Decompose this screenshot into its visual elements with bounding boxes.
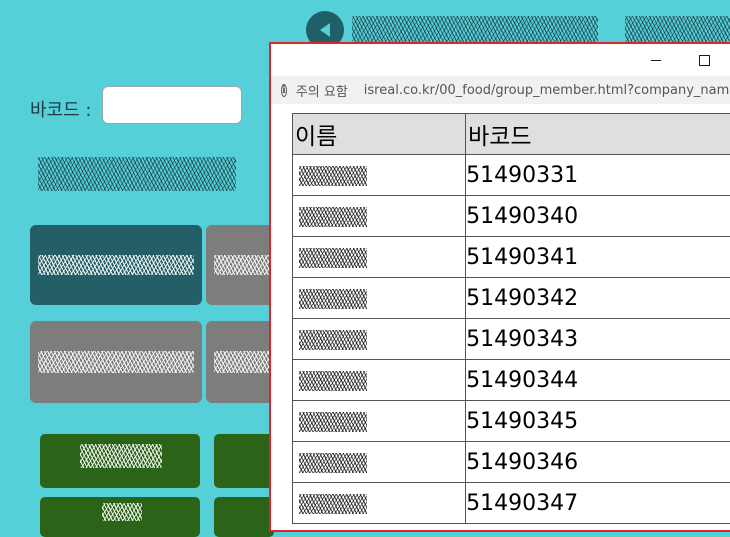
barcode-input[interactable] bbox=[102, 86, 242, 124]
table-row: 51490341 bbox=[293, 237, 730, 278]
member-button[interactable] bbox=[40, 497, 200, 537]
header-subtitle-redacted bbox=[625, 16, 730, 42]
member-button[interactable] bbox=[40, 434, 200, 488]
barcode-label: 바코드 : bbox=[30, 96, 91, 122]
table-row: 51490344 bbox=[293, 360, 730, 401]
member-button[interactable] bbox=[214, 497, 274, 537]
barcode-cell: 51490347 bbox=[466, 483, 730, 524]
name-redaction bbox=[299, 371, 367, 391]
member-name-redacted bbox=[293, 401, 466, 442]
maximize-icon bbox=[699, 55, 710, 66]
member-table: 이름 바코드 51490331 51490340 51490341 bbox=[292, 113, 730, 524]
member-button[interactable] bbox=[214, 434, 274, 488]
table-row: 51490346 bbox=[293, 442, 730, 483]
name-redaction bbox=[299, 207, 367, 227]
table-row: 51490345 bbox=[293, 401, 730, 442]
arrow-left-icon bbox=[315, 20, 335, 40]
name-redaction bbox=[299, 453, 367, 473]
table-header-row: 이름 바코드 bbox=[293, 114, 730, 155]
barcode-cell: 51490345 bbox=[466, 401, 730, 442]
section-heading-redacted bbox=[38, 157, 236, 191]
table-row: 51490343 bbox=[293, 319, 730, 360]
barcode-cell: 51490341 bbox=[466, 237, 730, 278]
tile-label-redacted bbox=[38, 351, 194, 373]
barcode-cell: 51490331 bbox=[466, 155, 730, 196]
member-name-redacted bbox=[293, 237, 466, 278]
barcode-cell: 51490340 bbox=[466, 196, 730, 237]
barcode-cell: 51490346 bbox=[466, 442, 730, 483]
tile-label-redacted bbox=[214, 351, 270, 373]
barcode-cell: 51490343 bbox=[466, 319, 730, 360]
maximize-button[interactable] bbox=[681, 44, 727, 76]
minimize-icon bbox=[651, 60, 661, 61]
name-redaction bbox=[299, 412, 367, 432]
name-column-header: 이름 bbox=[293, 114, 466, 155]
popup-title-bar bbox=[271, 44, 730, 76]
url-text[interactable]: isreal.co.kr/00_food/group_member.html?c… bbox=[364, 83, 730, 98]
category-tile[interactable] bbox=[206, 321, 276, 403]
name-redaction bbox=[299, 494, 367, 514]
category-tile[interactable] bbox=[30, 321, 202, 403]
table-row: 51490342 bbox=[293, 278, 730, 319]
member-button-label-redacted bbox=[102, 503, 142, 521]
popup-content: 이름 바코드 51490331 51490340 51490341 bbox=[271, 104, 730, 532]
member-name-redacted bbox=[293, 196, 466, 237]
name-redaction bbox=[299, 166, 367, 186]
category-tile[interactable] bbox=[206, 225, 276, 305]
member-name-redacted bbox=[293, 278, 466, 319]
barcode-column-header: 바코드 bbox=[466, 114, 730, 155]
table-row: 51490340 bbox=[293, 196, 730, 237]
category-tile-selected[interactable] bbox=[30, 225, 202, 305]
name-redaction bbox=[299, 248, 367, 268]
minimize-button[interactable] bbox=[633, 44, 679, 76]
barcode-cell: 51490344 bbox=[466, 360, 730, 401]
info-icon[interactable]: i bbox=[281, 84, 287, 97]
member-name-redacted bbox=[293, 360, 466, 401]
barcode-cell: 51490342 bbox=[466, 278, 730, 319]
header-title-redacted bbox=[352, 16, 598, 42]
tile-label-redacted bbox=[214, 255, 270, 275]
address-bar[interactable]: i 주의 요함 isreal.co.kr/00_food/group_membe… bbox=[271, 76, 730, 105]
member-name-redacted bbox=[293, 319, 466, 360]
security-warning-label[interactable]: 주의 요함 bbox=[296, 81, 348, 100]
member-name-redacted bbox=[293, 442, 466, 483]
member-name-redacted bbox=[293, 483, 466, 524]
table-row: 51490331 bbox=[293, 155, 730, 196]
popup-browser-window: i 주의 요함 isreal.co.kr/00_food/group_membe… bbox=[269, 42, 730, 532]
name-redaction bbox=[299, 330, 367, 350]
name-redaction bbox=[299, 289, 367, 309]
member-name-redacted bbox=[293, 155, 466, 196]
table-row: 51490347 bbox=[293, 483, 730, 524]
tile-label-redacted bbox=[38, 255, 194, 275]
member-button-label-redacted bbox=[80, 444, 162, 468]
